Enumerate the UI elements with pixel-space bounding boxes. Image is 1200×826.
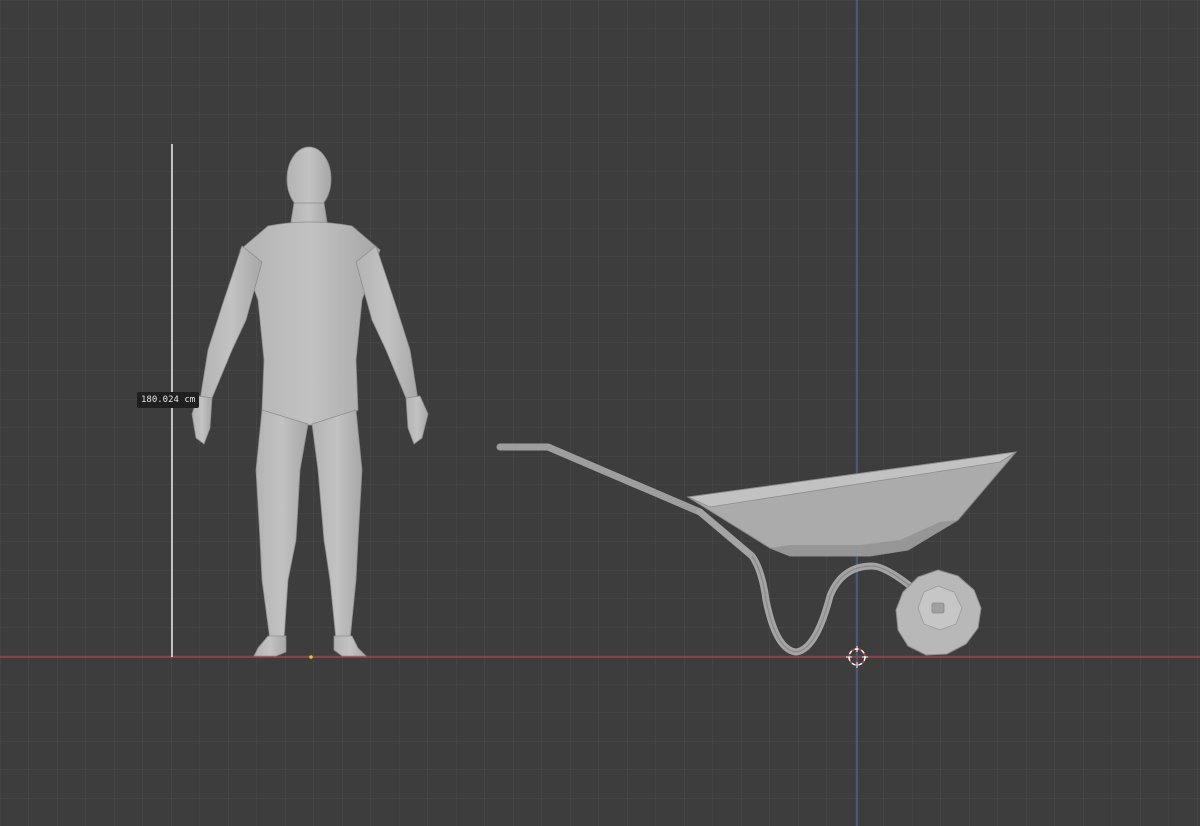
3d-viewport[interactable]: 180.024 cm <box>0 0 1200 826</box>
viewport-scene[interactable] <box>0 0 1200 826</box>
object-origin-dot <box>309 655 313 659</box>
measurement-label: 180.024 cm <box>137 392 200 408</box>
viewport-grid <box>0 0 1200 826</box>
